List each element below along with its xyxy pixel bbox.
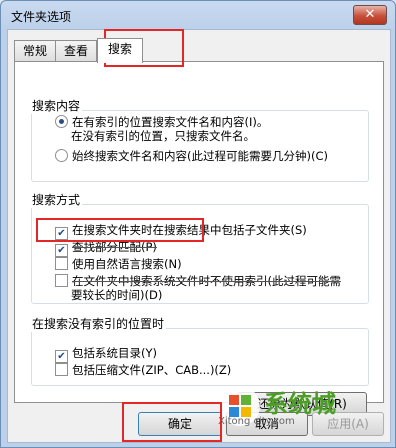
- checkbox-natural-language[interactable]: 使用自然语言搜索(N): [55, 256, 182, 272]
- search-method-label: 搜索方式: [30, 191, 83, 208]
- close-button[interactable]: ✕: [353, 5, 387, 25]
- radio-index-search-label: 在有索引的位置搜索文件名和内容(I)。: [72, 115, 269, 129]
- radio-button[interactable]: [55, 149, 68, 162]
- checkbox-empty[interactable]: [55, 257, 68, 270]
- checkbox-no-index-system-label: 在文件夹中搜索系统文件时不使用索引(此过程可能需: [72, 274, 341, 288]
- checkbox-compressed-files-label: 包括压缩文件(ZIP、CAB...)(Z): [72, 363, 232, 377]
- tab-view[interactable]: 查看: [55, 40, 97, 61]
- checkbox-empty[interactable]: [55, 274, 68, 287]
- radio-button-selected[interactable]: [55, 115, 68, 128]
- close-icon: ✕: [364, 7, 376, 22]
- checkbox-partial-match-label: 查找部分匹配(P): [72, 240, 157, 254]
- title-bar[interactable]: 文件夹选项 ✕: [1, 1, 395, 29]
- checkbox-system-dirs[interactable]: ✔ 包括系统目录(Y): [55, 345, 157, 363]
- radio-index-search-label-line2: 在没有索引的位置，只搜索文件名。: [71, 129, 255, 143]
- checkbox-compressed-files[interactable]: 包括压缩文件(ZIP、CAB...)(Z): [55, 362, 231, 378]
- search-content-label: 搜索内容: [30, 97, 83, 114]
- highlight-natural-language: [36, 218, 204, 242]
- watermark-brand: 系统城: [264, 390, 336, 418]
- watermark-url: Xitong city.com: [218, 416, 295, 427]
- window-title: 文件夹选项: [11, 10, 72, 24]
- tab-search[interactable]: 搜索: [97, 38, 143, 63]
- checkbox-natural-language-label: 使用自然语言搜索(N): [72, 257, 182, 271]
- checkbox-empty[interactable]: [55, 363, 68, 376]
- highlight-ok-button: [122, 402, 222, 442]
- radio-always-search[interactable]: 始终搜索文件名和内容(此过程可能需要几分钟)(C): [55, 148, 328, 164]
- radio-always-search-label: 始终搜索文件名和内容(此过程可能需要几分钟)(C): [72, 149, 328, 163]
- checkbox-system-dirs-label: 包括系统目录(Y): [72, 346, 157, 360]
- tab-general[interactable]: 常规: [14, 40, 56, 61]
- checkbox-no-index-system-label-line2: 要较长的时间)(D): [71, 288, 163, 302]
- no-index-label: 在搜索没有索引的位置时: [30, 315, 167, 332]
- watermark-logo: 系统城 Xitong city.com: [212, 378, 362, 434]
